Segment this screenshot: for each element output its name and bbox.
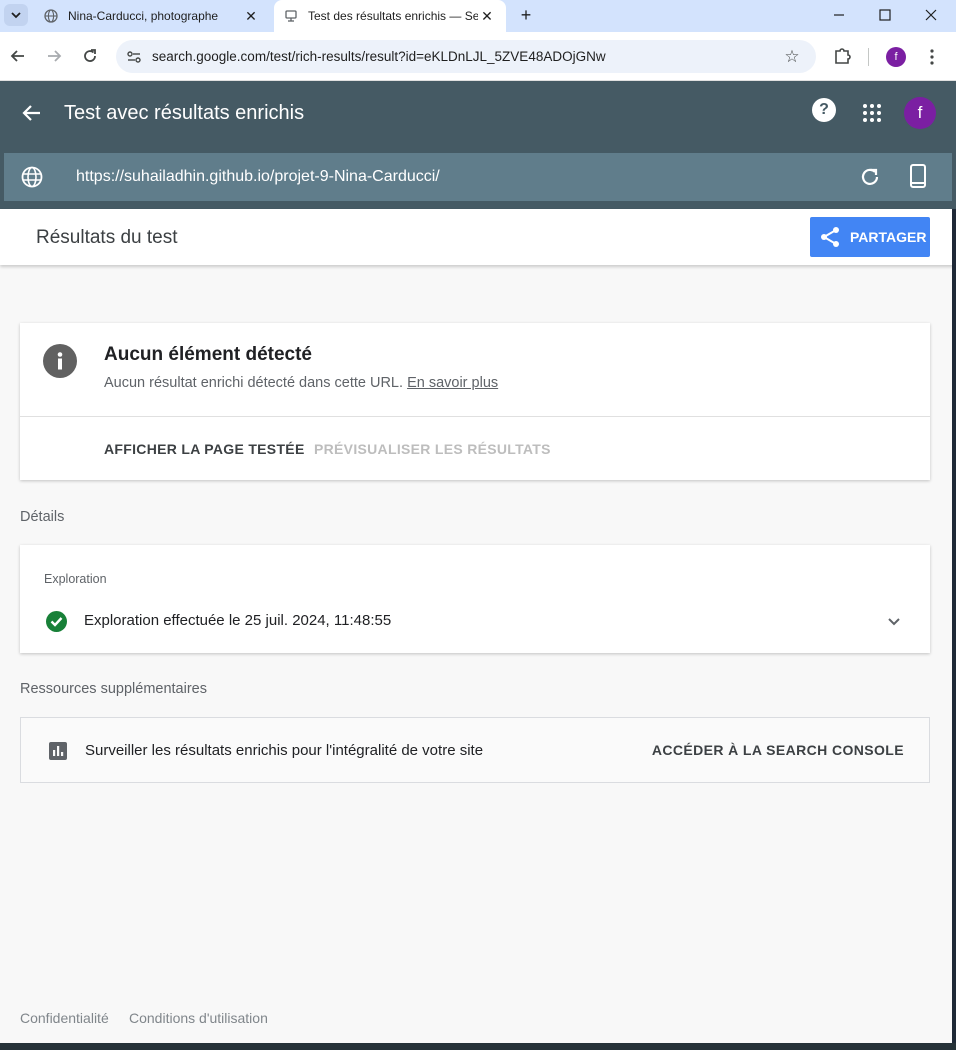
close-icon bbox=[925, 9, 937, 21]
device-toggle-button[interactable] bbox=[906, 163, 930, 191]
browser-toolbar: search.google.com/test/rich-results/resu… bbox=[0, 32, 956, 81]
minimize-icon bbox=[834, 14, 844, 16]
close-icon[interactable]: ✕ bbox=[478, 7, 496, 25]
tab-search-button[interactable] bbox=[4, 4, 28, 26]
resources-card: Surveiller les résultats enrichis pour l… bbox=[20, 717, 930, 783]
help-button[interactable]: ? bbox=[812, 98, 836, 122]
arrow-right-icon bbox=[48, 50, 62, 62]
window-edge bbox=[952, 209, 956, 1050]
view-tested-page-button[interactable]: AFFICHER LA PAGE TESTÉE bbox=[104, 441, 305, 457]
share-label: PARTAGER bbox=[850, 229, 927, 245]
share-button[interactable]: PARTAGER bbox=[810, 217, 930, 257]
globe-icon bbox=[20, 165, 44, 189]
results-subheader: Résultats du test PARTAGER bbox=[0, 209, 956, 265]
retest-button[interactable] bbox=[858, 165, 882, 189]
maximize-button[interactable] bbox=[862, 0, 908, 30]
bookmark-star-icon[interactable]: ☆ bbox=[782, 47, 802, 67]
share-icon bbox=[818, 225, 842, 249]
search-console-icon bbox=[284, 9, 298, 23]
crawl-details-card[interactable]: Exploration Exploration effectuée le 25 … bbox=[20, 545, 930, 653]
site-settings-icon[interactable] bbox=[126, 49, 142, 65]
chevron-down-icon bbox=[888, 618, 900, 626]
puzzle-icon bbox=[835, 48, 851, 64]
search-console-link[interactable]: ACCÉDER À LA SEARCH CONSOLE bbox=[652, 742, 904, 758]
globe-icon bbox=[44, 9, 58, 23]
address-bar[interactable]: search.google.com/test/rich-results/resu… bbox=[116, 40, 816, 73]
window-close-button[interactable] bbox=[908, 0, 954, 30]
minimize-button[interactable] bbox=[816, 0, 862, 30]
apps-grid-icon bbox=[863, 104, 881, 122]
terms-link[interactable]: Conditions d'utilisation bbox=[129, 1010, 268, 1026]
taskbar-edge bbox=[0, 1043, 956, 1050]
app-back-button[interactable] bbox=[20, 101, 44, 125]
forward-button[interactable] bbox=[42, 44, 66, 68]
address-url[interactable]: search.google.com/test/rich-results/resu… bbox=[152, 49, 782, 64]
details-section-label: Détails bbox=[20, 509, 65, 525]
back-button[interactable] bbox=[6, 44, 30, 68]
more-vert-icon bbox=[930, 49, 934, 65]
learn-more-link[interactable]: En savoir plus bbox=[407, 375, 498, 391]
page-title: Résultats du test bbox=[36, 227, 178, 248]
browser-tab-rich-results[interactable]: Test des résultats enrichis — Se ✕ bbox=[274, 0, 506, 32]
arrow-left-icon bbox=[10, 50, 24, 62]
check-circle-icon bbox=[46, 611, 67, 632]
profile-avatar[interactable]: f bbox=[886, 47, 906, 67]
toolbar-separator bbox=[868, 48, 869, 66]
result-summary-card: Aucun élément détecté Aucun résultat enr… bbox=[20, 323, 930, 480]
google-apps-button[interactable] bbox=[862, 103, 882, 123]
chevron-down-icon bbox=[11, 12, 21, 19]
expand-button[interactable] bbox=[884, 611, 904, 631]
smartphone-icon bbox=[910, 164, 926, 188]
divider bbox=[20, 416, 930, 417]
app-header: Test avec résultats enrichis ? f https:/… bbox=[0, 81, 956, 209]
help-icon: ? bbox=[819, 101, 829, 118]
crawl-status: Exploration effectuée le 25 juil. 2024, … bbox=[84, 612, 392, 629]
resources-section-label: Ressources supplémentaires bbox=[20, 681, 207, 697]
account-avatar[interactable]: f bbox=[904, 97, 936, 129]
browser-tabstrip: Nina-Carducci, photographe ✕ Test des ré… bbox=[0, 0, 956, 32]
privacy-link[interactable]: Confidentialité bbox=[20, 1010, 109, 1026]
new-tab-button[interactable]: + bbox=[514, 4, 538, 26]
resource-description: Surveiller les résultats enrichis pour l… bbox=[85, 742, 484, 759]
reload-icon bbox=[861, 168, 879, 185]
extensions-button[interactable] bbox=[832, 45, 854, 67]
crawl-label: Exploration bbox=[44, 572, 107, 586]
result-description-text: Aucun résultat enrichi détecté dans cett… bbox=[104, 375, 404, 391]
browser-menu-button[interactable] bbox=[922, 45, 942, 69]
close-icon[interactable]: ✕ bbox=[242, 7, 260, 25]
bar-chart-icon bbox=[48, 741, 68, 761]
result-title: Aucun élément détecté bbox=[104, 344, 312, 365]
tested-url-bar: https://suhailadhin.github.io/projet-9-N… bbox=[4, 153, 952, 201]
result-description: Aucun résultat enrichi détecté dans cett… bbox=[104, 375, 498, 391]
maximize-icon bbox=[879, 9, 891, 21]
tab-title: Test des résultats enrichis — Se bbox=[308, 9, 478, 23]
reload-button[interactable] bbox=[78, 44, 102, 68]
tested-url: https://suhailadhin.github.io/projet-9-N… bbox=[76, 168, 440, 185]
preview-results-button: PRÉVISUALISER LES RÉSULTATS bbox=[314, 441, 551, 457]
info-icon bbox=[43, 344, 77, 378]
arrow-left-icon bbox=[22, 105, 40, 121]
app-title: Test avec résultats enrichis bbox=[64, 102, 305, 124]
reload-icon bbox=[84, 49, 96, 62]
browser-tab-nina[interactable]: Nina-Carducci, photographe ✕ bbox=[34, 0, 270, 32]
tab-title: Nina-Carducci, photographe bbox=[68, 9, 219, 23]
